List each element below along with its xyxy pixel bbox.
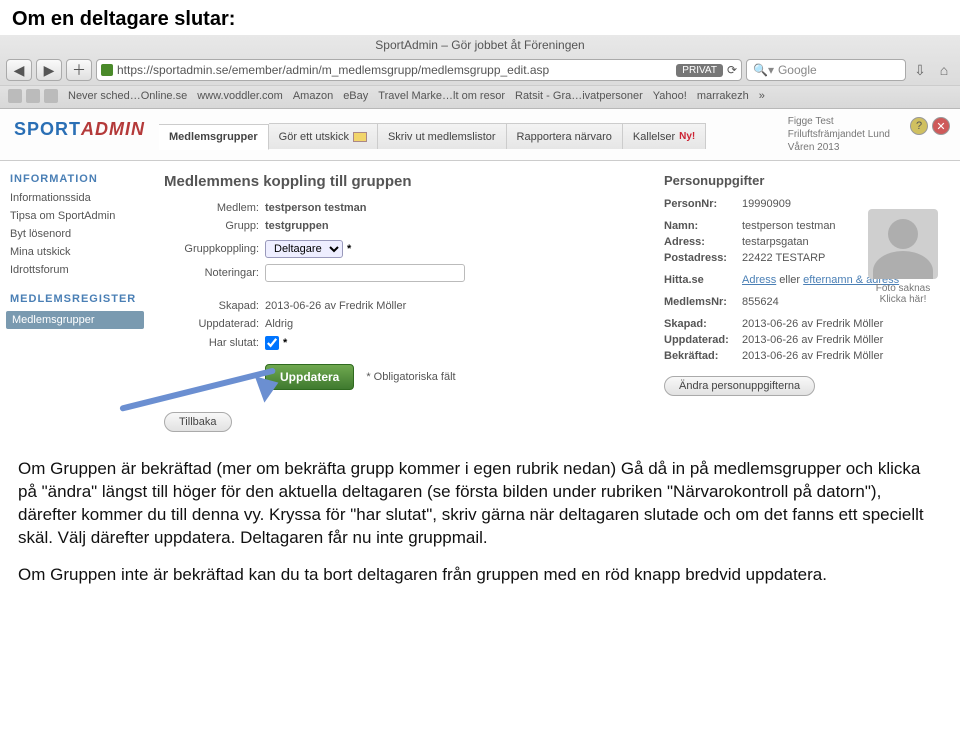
skapad-label: Skapad: — [164, 300, 259, 312]
search-bar[interactable]: 🔍▾ Google — [746, 59, 906, 81]
medlem-value: testperson testman — [265, 202, 366, 214]
main-form: Medlemmens koppling till gruppen Medlem:… — [150, 161, 650, 444]
hitta-label: Hitta.se — [664, 274, 742, 286]
sidebar-item-tipsa[interactable]: Tipsa om SportAdmin — [0, 207, 150, 225]
url-text: https://sportadmin.se/emember/admin/m_me… — [117, 63, 672, 77]
instruction-paragraph: Om Gruppen inte är bekräftad kan du ta b… — [18, 564, 942, 587]
bookmark-icon[interactable] — [26, 89, 40, 103]
logout-icon[interactable]: ✕ — [932, 117, 950, 135]
grupp-label: Grupp: — [164, 220, 259, 232]
browser-chrome: SportAdmin – Gör jobbet åt Föreningen ◀ … — [0, 35, 960, 109]
help-icon[interactable]: ? — [910, 117, 928, 135]
bookmark-link[interactable]: Amazon — [293, 90, 333, 102]
noteringar-input[interactable] — [265, 264, 465, 282]
koppling-label: Gruppkoppling: — [164, 243, 259, 255]
skapad-value: 2013-06-26 av Fredrik Möller — [265, 300, 406, 312]
app-header: SPORTADMIN Medlemsgrupper Gör ett utskic… — [0, 109, 960, 161]
sidebar-item-medlemsgrupper[interactable]: Medlemsgrupper — [6, 311, 144, 329]
medlem-label: Medlem: — [164, 202, 259, 214]
bookmark-more[interactable]: » — [759, 90, 765, 102]
uppdatera-button[interactable]: Uppdatera — [265, 364, 354, 390]
logo-part1: SPORT — [14, 119, 81, 139]
add-tab-button[interactable]: ＋ — [66, 59, 92, 81]
sidebar-item-byt-losenord[interactable]: Byt lösenord — [0, 225, 150, 243]
instruction-paragraph: Om Gruppen är bekräftad (mer om bekräfta… — [18, 458, 942, 550]
sidebar-heading-medlemsregister: MEDLEMSREGISTER — [0, 289, 150, 309]
avatar-placeholder-icon — [868, 209, 938, 279]
bookmark-icons — [8, 89, 58, 103]
sidebar-heading-information: INFORMATION — [0, 169, 150, 189]
noteringar-label: Noteringar: — [164, 267, 259, 279]
download-icon[interactable]: ⇩ — [910, 60, 930, 80]
main-title: Medlemmens koppling till gruppen — [164, 173, 636, 190]
bookmark-link[interactable]: marrakezh — [697, 90, 749, 102]
sidebar-item-informationssida[interactable]: Informationssida — [0, 189, 150, 207]
page-heading: Om en deltagare slutar: — [0, 0, 960, 35]
r-bekraftad-label: Bekräftad: — [664, 350, 742, 362]
uppdaterad-value: Aldrig — [265, 318, 293, 330]
bookmark-link[interactable]: Ratsit - Gra…ivatpersoner — [515, 90, 643, 102]
browser-toolbar: ◀ ▶ ＋ https://sportadmin.se/emember/admi… — [0, 55, 960, 85]
bookmark-link[interactable]: Travel Marke…lt om resor — [378, 90, 505, 102]
favicon-icon — [101, 64, 113, 76]
tab-medlemsgrupper[interactable]: Medlemsgrupper — [159, 124, 269, 150]
bookmark-icon[interactable] — [44, 89, 58, 103]
header-user-meta: Figge Test Friluftsfrämjandet Lund Våren… — [778, 109, 900, 160]
sidebar: INFORMATION Informationssida Tipsa om Sp… — [0, 161, 150, 339]
mail-icon — [353, 132, 367, 142]
bookmark-link[interactable]: www.voddler.com — [197, 90, 283, 102]
namn-label: Namn: — [664, 220, 742, 232]
har-slutat-checkbox[interactable] — [265, 336, 279, 350]
tab-medlemslistor[interactable]: Skriv ut medlemslistor — [378, 123, 507, 149]
medlemsnr-label: MedlemsNr: — [664, 296, 742, 308]
app-logo[interactable]: SPORTADMIN — [0, 109, 159, 148]
search-placeholder: Google — [778, 63, 817, 77]
instruction-text: Om Gruppen är bekräftad (mer om bekräfta… — [0, 444, 960, 611]
postadress-label: Postadress: — [664, 252, 742, 264]
tab-utskick[interactable]: Gör ett utskick — [269, 123, 378, 149]
personuppgifter-title: Personuppgifter — [664, 173, 946, 188]
sidebar-item-idrottsforum[interactable]: Idrottsforum — [0, 261, 150, 279]
andra-personuppgifter-button[interactable]: Ändra personuppgifterna — [664, 376, 815, 396]
r-bekraftad-value: 2013-06-26 av Fredrik Möller — [742, 350, 946, 362]
r-uppdaterad-label: Uppdaterad: — [664, 334, 742, 346]
har-slutat-label: Har slutat: — [164, 337, 259, 349]
privat-badge: PRIVAT — [676, 64, 723, 77]
bookmark-link[interactable]: Yahoo! — [653, 90, 687, 102]
logo-part2: ADMIN — [81, 119, 145, 139]
hitta-adress-link[interactable]: Adress — [742, 274, 776, 286]
r-skapad-value: 2013-06-26 av Fredrik Möller — [742, 318, 946, 330]
bookmark-link[interactable]: eBay — [343, 90, 368, 102]
home-icon[interactable]: ⌂ — [934, 60, 954, 80]
app-content: INFORMATION Informationssida Tipsa om Sp… — [0, 161, 960, 444]
bookmarks-bar: Never sched…Online.se www.voddler.com Am… — [0, 85, 960, 108]
sidebar-item-mina-utskick[interactable]: Mina utskick — [0, 243, 150, 261]
bookmark-icon[interactable] — [8, 89, 22, 103]
tillbaka-button[interactable]: Tillbaka — [164, 412, 232, 432]
personuppgifter-panel: Personuppgifter PersonNr:19990909 Namn:t… — [650, 161, 960, 408]
bookmark-link[interactable]: Never sched…Online.se — [68, 90, 187, 102]
header-icons: ? ✕ — [900, 109, 960, 143]
search-engine-icon: 🔍▾ — [753, 63, 774, 77]
r-uppdaterad-value: 2013-06-26 av Fredrik Möller — [742, 334, 946, 346]
adress-label: Adress: — [664, 236, 742, 248]
personnr-label: PersonNr: — [664, 198, 742, 210]
tab-kallelser[interactable]: Kallelser Ny! — [623, 123, 706, 149]
avatar-caption2: Klicka här! — [864, 294, 942, 305]
uppdaterad-label: Uppdaterad: — [164, 318, 259, 330]
app-tabs: Medlemsgrupper Gör ett utskick Skriv ut … — [159, 123, 778, 149]
forward-button[interactable]: ▶ — [36, 59, 62, 81]
tab-narvaro[interactable]: Rapportera närvaro — [507, 123, 623, 149]
avatar-caption1: Foto saknas — [864, 283, 942, 294]
mandatory-note: * Obligatoriska fält — [366, 371, 455, 383]
reload-icon[interactable]: ⟳ — [727, 63, 737, 77]
back-button[interactable]: ◀ — [6, 59, 32, 81]
window-title: SportAdmin – Gör jobbet åt Föreningen — [0, 35, 960, 55]
r-skapad-label: Skapad: — [664, 318, 742, 330]
grupp-value: testgruppen — [265, 220, 329, 232]
koppling-select[interactable]: Deltagare — [265, 240, 343, 258]
avatar-box[interactable]: Foto saknas Klicka här! — [864, 209, 942, 305]
url-bar[interactable]: https://sportadmin.se/emember/admin/m_me… — [96, 59, 742, 81]
